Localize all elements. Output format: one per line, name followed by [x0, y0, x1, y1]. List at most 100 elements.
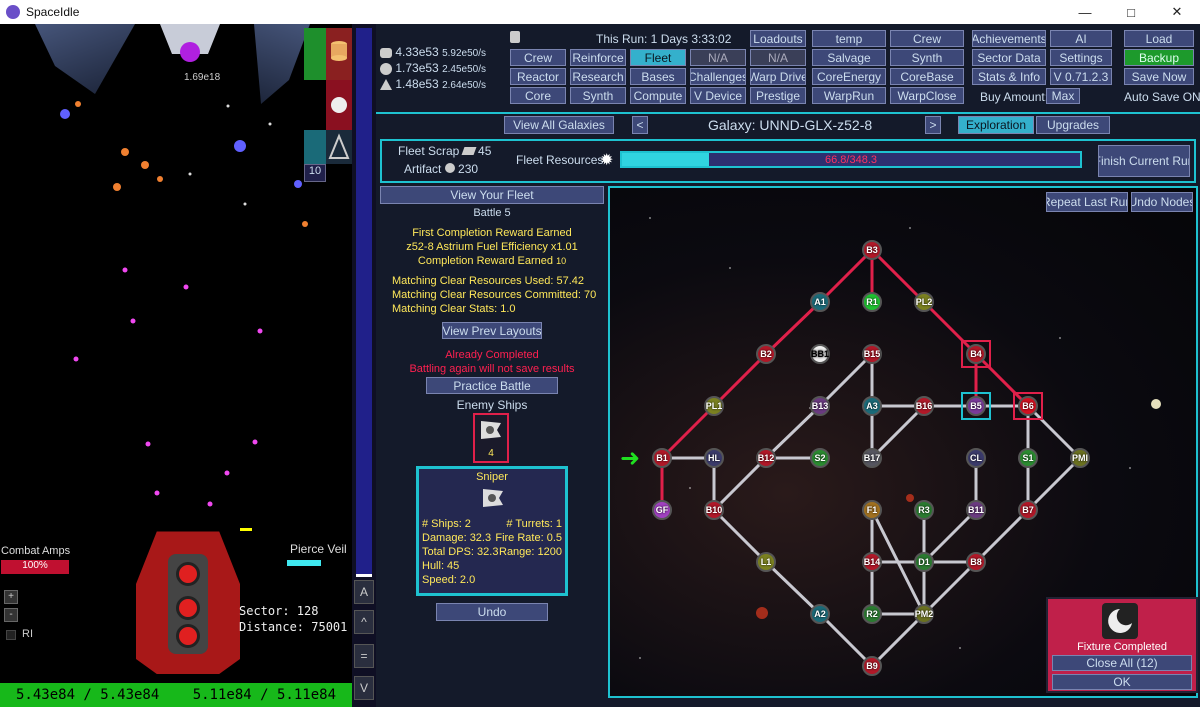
nav-challenges[interactable]: Challenges: [690, 68, 746, 85]
view-all-galaxies-button[interactable]: View All Galaxies: [504, 116, 614, 134]
maximize-button[interactable]: □: [1108, 0, 1154, 24]
map-node-b7[interactable]: B7: [1018, 500, 1038, 520]
buy-amount-max[interactable]: Max: [1046, 88, 1080, 104]
map-node-b1[interactable]: B1: [652, 448, 672, 468]
nav-sector-data[interactable]: Sector Data: [972, 49, 1046, 66]
nav-reinforce[interactable]: Reinforce: [570, 49, 626, 66]
nav-compute[interactable]: Compute: [630, 87, 686, 104]
nav-warp-run[interactable]: WarpRun: [812, 87, 886, 104]
minimize-button[interactable]: —: [1062, 0, 1108, 24]
map-node-pl1[interactable]: PL1: [704, 396, 724, 416]
map-node-b8[interactable]: B8: [966, 552, 986, 572]
practice-battle-button[interactable]: Practice Battle: [426, 377, 558, 394]
combat-amps-value[interactable]: 100%: [1, 560, 69, 574]
map-node-b15[interactable]: B15: [862, 344, 882, 364]
map-node-r3[interactable]: R3: [914, 500, 934, 520]
map-node-a3[interactable]: A3: [862, 396, 882, 416]
enemy-stats-left: # Ships: 2 Damage: 32.3 Total DPS: 32.3 Hul…: [422, 518, 499, 586]
nav-v-device[interactable]: V Device: [690, 87, 746, 104]
nav-loadouts[interactable]: Loadouts: [750, 30, 806, 47]
map-node-cl[interactable]: CL: [966, 448, 986, 468]
map-node-b14[interactable]: B14: [862, 552, 882, 572]
nav-load[interactable]: Load: [1124, 30, 1194, 47]
nav-save-now[interactable]: Save Now: [1124, 68, 1194, 85]
repeat-last-run-button[interactable]: Repeat Last Run: [1046, 192, 1128, 212]
map-node-bb1[interactable]: BB1: [810, 344, 830, 364]
map-node-r2[interactable]: R2: [862, 604, 882, 624]
map-node-f1[interactable]: F1: [862, 500, 882, 520]
map-node-pm2[interactable]: PM2: [914, 604, 934, 624]
map-node-b9[interactable]: B9: [862, 656, 882, 676]
map-node-b16[interactable]: B16: [914, 396, 934, 416]
map-node-b11[interactable]: B11: [966, 500, 986, 520]
map-node-b12[interactable]: B12: [756, 448, 776, 468]
map-node-s2[interactable]: S2: [810, 448, 830, 468]
this-run-label: This Run: 1 Days 3:33:02: [596, 32, 732, 46]
map-node-pl2[interactable]: PL2: [914, 292, 934, 312]
enemy-ship-card[interactable]: 4: [473, 413, 509, 463]
prev-galaxy-button[interactable]: <: [632, 116, 648, 134]
nav-prestige[interactable]: Prestige: [750, 87, 806, 104]
nav-settings[interactable]: Settings: [1050, 49, 1112, 66]
battle-title: Battle 5: [473, 207, 511, 219]
undo-nodes-button[interactable]: Undo Nodes: [1131, 192, 1193, 212]
lock-icon[interactable]: [510, 31, 520, 43]
nav-na-1[interactable]: N/A: [690, 49, 746, 66]
nav-version[interactable]: V 0.71.2.3: [1050, 68, 1112, 85]
nav-bases[interactable]: Bases: [630, 68, 686, 85]
map-node-a1[interactable]: A1: [810, 292, 830, 312]
nav-crew-2[interactable]: Crew: [890, 30, 964, 47]
nav-ai[interactable]: AI: [1050, 30, 1112, 47]
nav-fleet[interactable]: Fleet: [630, 49, 686, 66]
map-node-pmi[interactable]: PMI: [1070, 448, 1090, 468]
tab-exploration[interactable]: Exploration: [958, 116, 1034, 134]
nav-temp[interactable]: temp: [812, 30, 886, 47]
tab-upgrades[interactable]: Upgrades: [1036, 116, 1110, 134]
progress-scrollbar[interactable]: A ^ = V: [352, 24, 376, 707]
nav-achievements[interactable]: Achievements: [972, 30, 1046, 47]
plus-button[interactable]: +: [4, 590, 18, 604]
undo-button[interactable]: Undo: [436, 603, 548, 621]
map-edge: [712, 352, 768, 408]
scroll-down-button[interactable]: V: [354, 676, 374, 700]
nav-salvage[interactable]: Salvage: [812, 49, 886, 66]
map-node-b13[interactable]: B13: [810, 396, 830, 416]
map-node-b2[interactable]: B2: [756, 344, 776, 364]
finish-current-run-button[interactable]: Finish Current Run: [1098, 145, 1190, 177]
close-all-button[interactable]: Close All (12): [1052, 655, 1192, 671]
ok-button[interactable]: OK: [1052, 674, 1192, 690]
nav-synth-2[interactable]: Synth: [890, 49, 964, 66]
map-node-b3[interactable]: B3: [862, 240, 882, 260]
close-button[interactable]: ✕: [1154, 0, 1200, 24]
nav-backup[interactable]: Backup: [1124, 49, 1194, 66]
nav-core-energy[interactable]: CoreEnergy: [812, 68, 886, 85]
scroll-up-button[interactable]: ^: [354, 610, 374, 634]
scroll-a-button[interactable]: A: [354, 580, 374, 604]
nav-warp-drive[interactable]: Warp Drive: [750, 68, 806, 85]
nav-na-2[interactable]: N/A: [750, 49, 806, 66]
nav-core-base[interactable]: CoreBase: [890, 68, 964, 85]
map-node-s1[interactable]: S1: [1018, 448, 1038, 468]
map-node-d1[interactable]: D1: [914, 552, 934, 572]
scroll-equal-button[interactable]: =: [354, 644, 374, 668]
view-prev-layouts-button[interactable]: View Prev Layouts: [442, 322, 542, 339]
game-view[interactable]: 1.69e18 10 Combat Amps 100% Pierce Veil …: [0, 24, 352, 707]
next-galaxy-button[interactable]: >: [925, 116, 941, 134]
map-node-hl[interactable]: HL: [704, 448, 724, 468]
ri-checkbox[interactable]: [6, 630, 16, 640]
map-node-r1[interactable]: R1: [862, 292, 882, 312]
nav-warp-close[interactable]: WarpClose: [890, 87, 964, 104]
nav-research[interactable]: Research: [570, 68, 626, 85]
nav-core[interactable]: Core: [510, 87, 566, 104]
nav-crew[interactable]: Crew: [510, 49, 566, 66]
map-node-b10[interactable]: B10: [704, 500, 724, 520]
minus-button[interactable]: -: [4, 608, 18, 622]
map-node-b17[interactable]: B17: [862, 448, 882, 468]
map-node-l1[interactable]: L1: [756, 552, 776, 572]
nav-reactor[interactable]: Reactor: [510, 68, 566, 85]
nav-stats-info[interactable]: Stats & Info: [972, 68, 1046, 85]
map-node-a2[interactable]: A2: [810, 604, 830, 624]
nav-synth[interactable]: Synth: [570, 87, 626, 104]
view-your-fleet-button[interactable]: View Your Fleet: [380, 186, 604, 204]
map-node-gf[interactable]: GF: [652, 500, 672, 520]
